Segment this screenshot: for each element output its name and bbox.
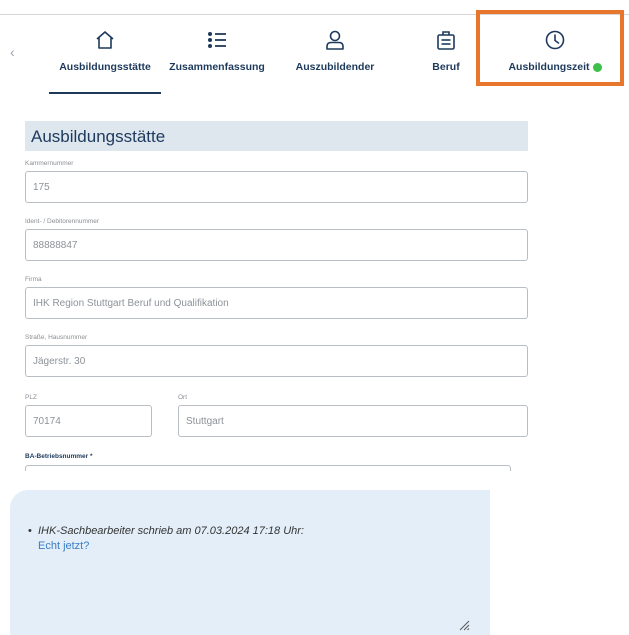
tab-label: Zusammenfassung: [169, 61, 265, 73]
home-icon: [96, 31, 114, 49]
comment-author-line: IHK-Sachbearbeiter schrieb am 07.03.2024…: [38, 525, 304, 537]
tab-label: Ausbildungsstätte: [59, 61, 151, 73]
bullet-icon: •: [28, 525, 32, 537]
tab-beruf[interactable]: Beruf: [426, 29, 466, 91]
tab-auszubildender[interactable]: Auszubildender: [295, 29, 375, 91]
kammernummer-label: Kammernummer: [25, 160, 74, 167]
strasse-field[interactable]: Jägerstr. 30: [25, 345, 528, 377]
briefcase-icon: [437, 31, 455, 50]
tab-label: Auszubildender: [295, 61, 375, 73]
comment-text: Echt jetzt?: [38, 540, 90, 552]
chevron-left-icon[interactable]: ‹: [10, 45, 15, 59]
firma-label: Firma: [25, 276, 42, 283]
resize-handle-icon[interactable]: [458, 619, 470, 631]
list-icon: [208, 32, 226, 48]
highlight-annotation-frame: [476, 10, 624, 86]
active-tab-indicator: [49, 92, 161, 94]
strasse-label: Straße, Hausnummer: [25, 334, 88, 341]
ort-field[interactable]: Stuttgart: [178, 405, 528, 437]
comment-box[interactable]: • IHK-Sachbearbeiter schrieb am 07.03.20…: [10, 490, 490, 635]
ort-label: Ort: [178, 394, 188, 401]
tab-ausbildungsstaette[interactable]: Ausbildungsstätte: [49, 29, 161, 94]
section-title: Ausbildungsstätte: [25, 121, 528, 151]
ba-betriebsnummer-label: BA-Betriebsnummer *: [25, 453, 93, 460]
kammernummer-field[interactable]: 175: [25, 171, 528, 203]
plz-label: PLZ: [25, 394, 37, 401]
ausbildungsstaette-section: Ausbildungsstätte: [25, 121, 528, 151]
plz-field[interactable]: 70174: [25, 405, 152, 437]
person-icon: [326, 30, 344, 50]
firma-field[interactable]: IHK Region Stuttgart Beruf und Qualifika…: [25, 287, 528, 319]
tab-label: Beruf: [432, 61, 460, 73]
ident-label: Ident- / Debitorennummer: [25, 218, 100, 225]
ident-field[interactable]: 88888847: [25, 229, 528, 261]
tab-zusammenfassung[interactable]: Zusammenfassung: [169, 29, 265, 91]
ba-betriebsnummer-field[interactable]: [25, 465, 511, 471]
